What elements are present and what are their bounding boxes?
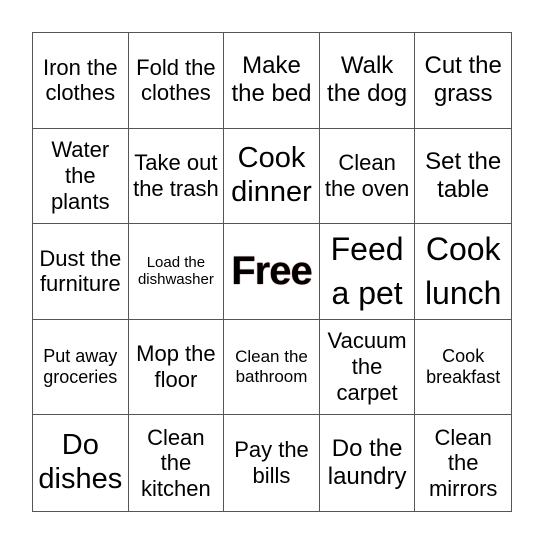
bingo-cell[interactable]: Walk the dog <box>319 33 416 129</box>
bingo-cell[interactable]: Load the dishwasher <box>128 224 225 320</box>
bingo-cell[interactable]: Mop the floor <box>128 319 225 416</box>
bingo-cell[interactable]: Fold the clothes <box>128 33 225 129</box>
bingo-cell[interactable]: Cook lunch <box>415 224 511 320</box>
bingo-cell[interactable]: Clean the bathroom <box>224 319 320 416</box>
bingo-cell[interactable]: Feed a pet <box>319 224 416 320</box>
bingo-cell[interactable]: Cook dinner <box>224 128 320 225</box>
bingo-cell[interactable]: Clean the mirrors <box>415 415 511 511</box>
bingo-card: Iron the clothes Fold the clothes Make t… <box>32 32 512 512</box>
bingo-cell[interactable]: Do the laundry <box>320 415 416 511</box>
bingo-cell[interactable]: Clean the oven <box>319 128 416 225</box>
free-space[interactable]: Free <box>224 224 320 320</box>
bingo-cell[interactable]: Put away groceries <box>33 319 129 416</box>
bingo-cell[interactable]: Take out the trash <box>128 128 225 225</box>
bingo-cell[interactable]: Water the plants <box>33 128 129 225</box>
bingo-cell[interactable]: Cook breakfast <box>415 320 511 416</box>
bingo-cell[interactable]: Vacuum the carpet <box>319 319 416 416</box>
bingo-cell[interactable]: Cut the grass <box>415 33 511 129</box>
bingo-cell[interactable]: Dust the furniture <box>33 224 129 320</box>
bingo-cell[interactable]: Do dishes <box>33 415 129 511</box>
bingo-cell[interactable]: Make the bed <box>224 33 320 129</box>
bingo-cell[interactable]: Set the table <box>415 129 511 225</box>
bingo-cell[interactable]: Iron the clothes <box>33 33 129 129</box>
bingo-cell[interactable]: Clean the kitchen <box>129 415 225 511</box>
bingo-cell[interactable]: Pay the bills <box>224 415 320 511</box>
